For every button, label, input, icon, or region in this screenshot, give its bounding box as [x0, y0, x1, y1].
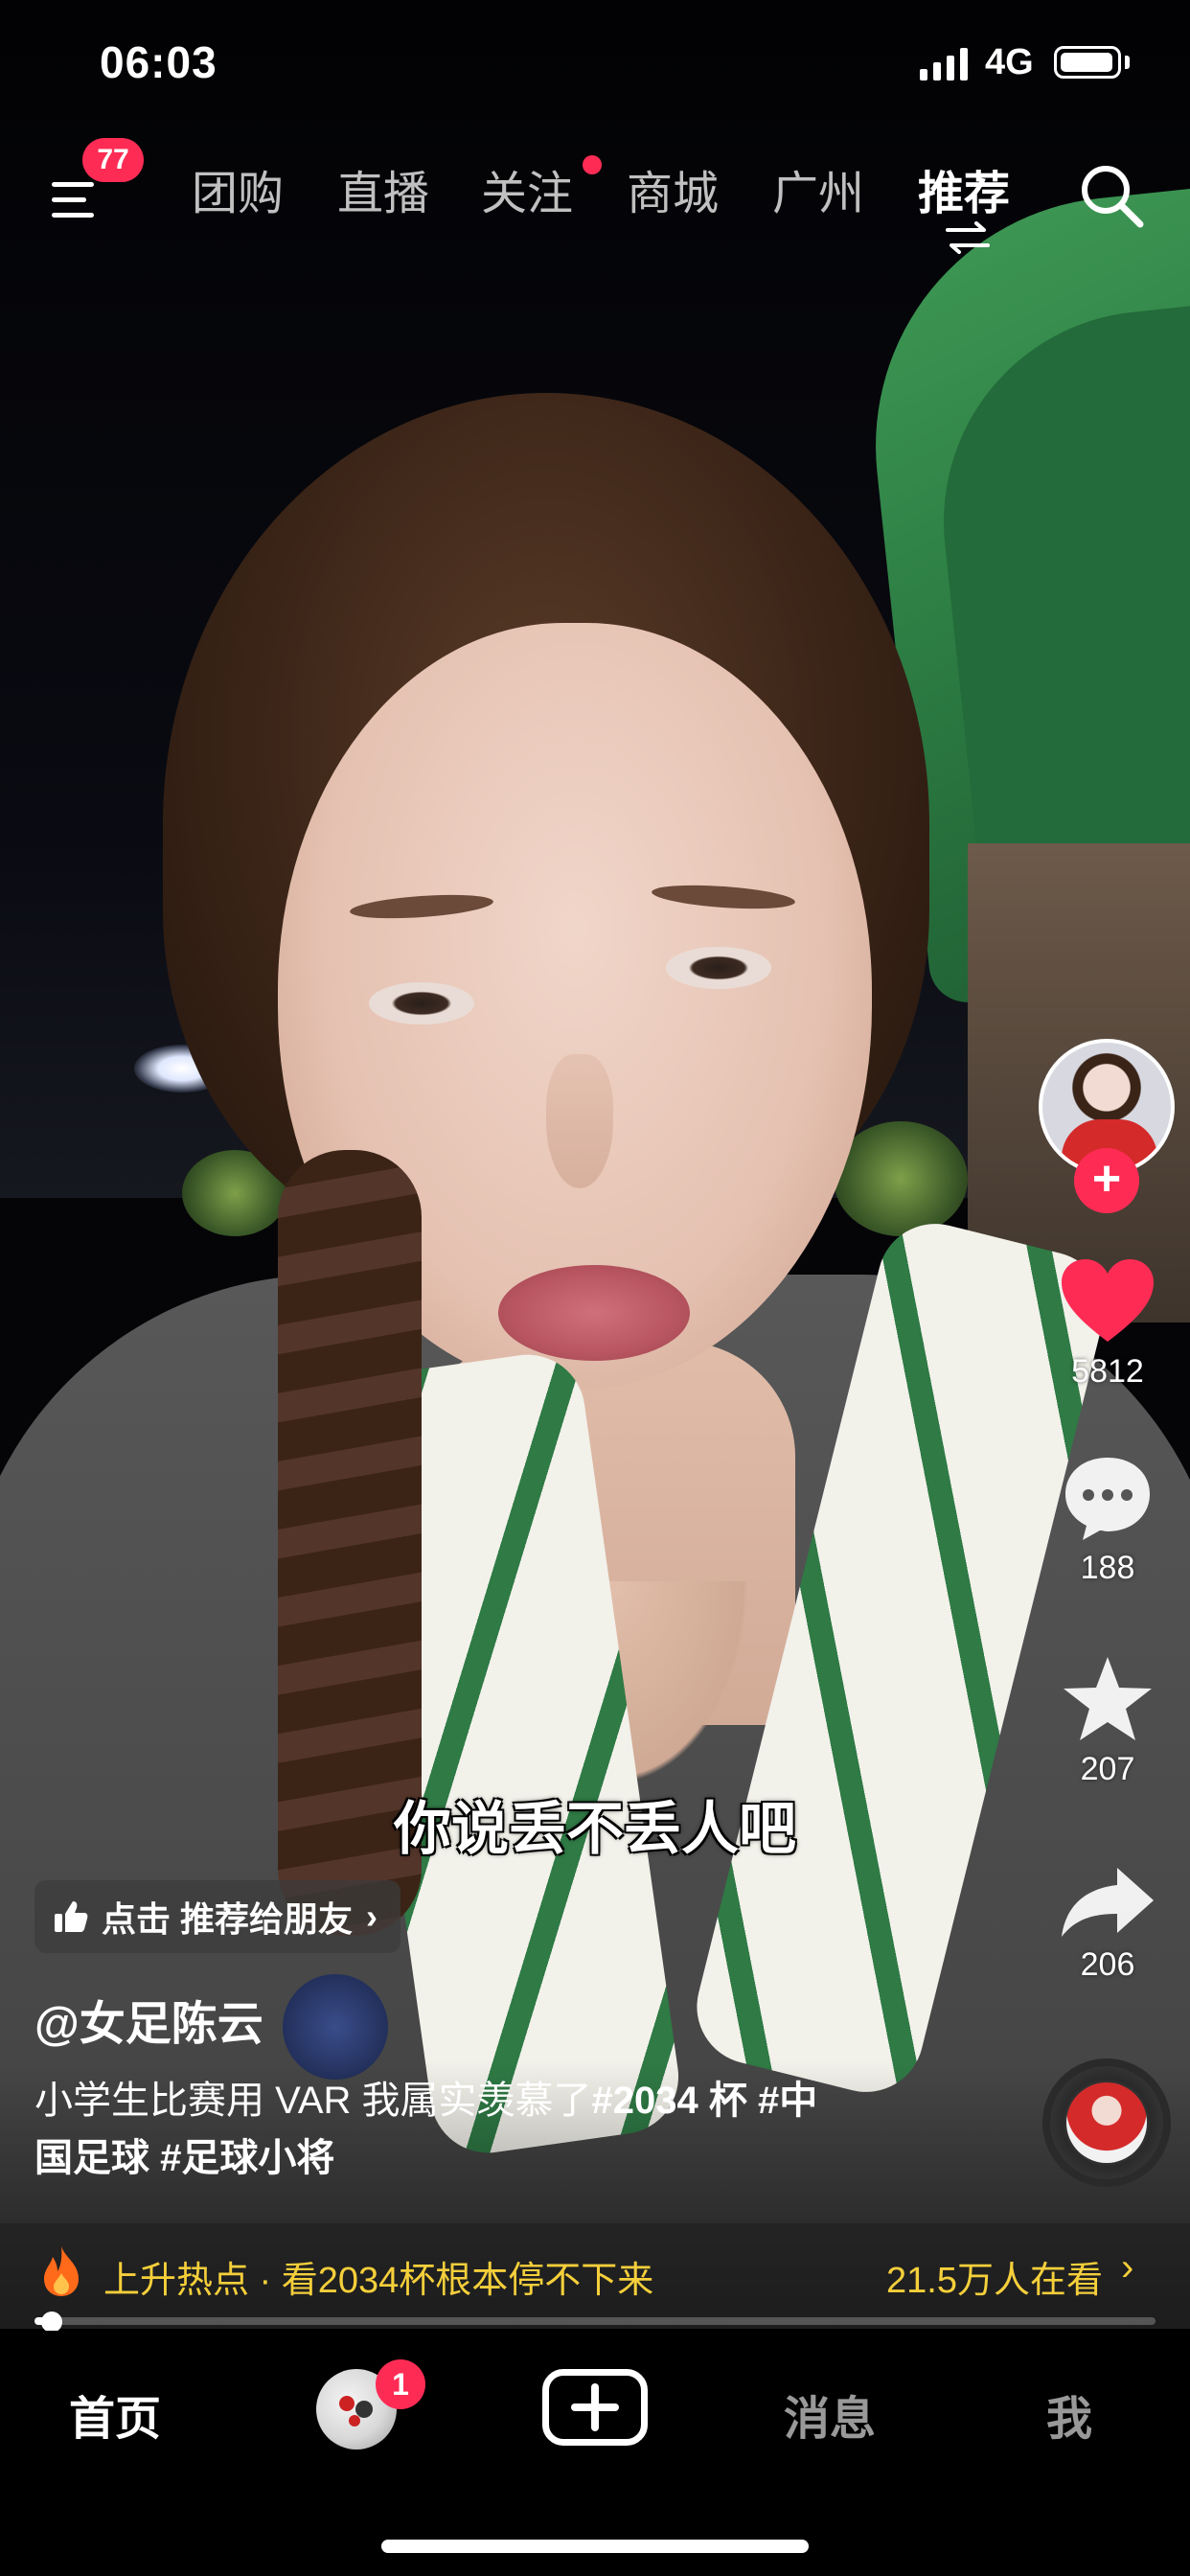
star-icon	[1064, 1657, 1152, 1740]
comment-icon	[1065, 1458, 1150, 1540]
top-nav: 77 团购 直播 关注 商城 广州 推荐	[0, 134, 1190, 259]
caption-text: 小学生比赛用 VAR 我属实羡慕了	[34, 2080, 592, 2122]
tab-tuangou[interactable]: 团购	[192, 161, 284, 228]
comment-count: 188	[1080, 1550, 1135, 1586]
right-eye	[666, 947, 771, 989]
hashtag[interactable]: 国足球	[34, 2137, 149, 2179]
chevron-right-icon: ›	[366, 1897, 378, 1936]
status-time: 06:03	[100, 37, 217, 87]
share-button[interactable]: 206	[1037, 1864, 1179, 1984]
like-button[interactable]: 5812	[1037, 1255, 1179, 1391]
tree	[834, 1121, 968, 1236]
person-nose	[546, 1054, 613, 1188]
battery-nub	[1125, 56, 1130, 69]
tab-mall[interactable]: 商城	[627, 161, 719, 228]
hashtag[interactable]: #2034 杯	[592, 2080, 747, 2122]
comment-button[interactable]: 188	[1037, 1452, 1179, 1587]
menu-badge: 77	[82, 138, 144, 182]
favorite-button[interactable]: 207	[1037, 1653, 1179, 1788]
left-eye	[369, 982, 474, 1024]
author-name[interactable]: @女足陈云	[34, 1986, 263, 2053]
trending-bar[interactable]: 上升热点 · 看2034杯根本停不下来 21.5万人在看 ›	[0, 2223, 1190, 2329]
tab-recommend[interactable]: 推荐	[918, 161, 1010, 228]
tab-me[interactable]: 我	[1046, 2380, 1092, 2448]
post-caption: 小学生比赛用 VAR 我属实羡慕了#2034 杯 #中国足球 #足球小将	[34, 2072, 954, 2187]
thumbs-up-icon	[55, 1901, 88, 1932]
tab-home[interactable]: 首页	[69, 2380, 161, 2448]
trend-text: 上升热点 · 看2034杯根本停不下来	[103, 2261, 654, 2301]
heart-icon	[1062, 1259, 1154, 1342]
friends-icon	[339, 2396, 373, 2426]
hashtag[interactable]: #足球小将	[160, 2137, 334, 2179]
recommend-label: 点击 推荐给朋友	[102, 1899, 354, 1939]
friends-badge: 1	[376, 2359, 425, 2409]
video-subtitle: 你说丢不丢人吧	[394, 1797, 796, 1861]
status-bar: 06:03 4G	[0, 0, 1190, 125]
network-type: 4G	[985, 42, 1034, 82]
recommend-to-friend-button[interactable]: 点击 推荐给朋友 ›	[34, 1880, 401, 1953]
like-count: 5812	[1071, 1353, 1144, 1390]
fire-icon	[44, 2246, 79, 2296]
favorite-count: 207	[1080, 1751, 1135, 1787]
progress-knob[interactable]	[40, 2312, 62, 2333]
person-lips	[498, 1265, 690, 1361]
hashtag[interactable]: #中	[758, 2080, 817, 2122]
share-count: 206	[1080, 1946, 1135, 1983]
screen: 06:03 4G 77 团购 直播 关注 商城 广州 推荐 你说丢不丢人吧 + …	[0, 0, 1190, 2576]
home-indicator[interactable]	[381, 2540, 809, 2553]
follow-button[interactable]: +	[1074, 1148, 1139, 1213]
menu-icon	[52, 182, 94, 187]
switch-icon[interactable]	[944, 220, 992, 255]
menu-icon-line	[52, 197, 86, 202]
tab-city[interactable]: 广州	[772, 161, 864, 228]
search-icon[interactable]	[1073, 157, 1150, 234]
plus-icon-vertical	[591, 2383, 599, 2431]
tab-live[interactable]: 直播	[337, 161, 429, 228]
chevron-right-icon: ›	[1121, 2246, 1134, 2288]
following-dot	[583, 155, 602, 174]
battery-level	[1061, 53, 1112, 72]
menu-icon-line	[52, 213, 94, 218]
trend-viewers: 21.5万人在看	[886, 2261, 1103, 2301]
progress-track[interactable]	[34, 2317, 1156, 2325]
tab-messages[interactable]: 消息	[784, 2380, 876, 2448]
tab-following[interactable]: 关注	[481, 161, 573, 228]
battery-icon	[1054, 46, 1121, 79]
signal-icon	[920, 48, 968, 80]
video-player[interactable]	[0, 0, 1190, 2329]
share-icon	[1062, 1868, 1154, 1937]
music-cover	[1066, 2082, 1147, 2163]
